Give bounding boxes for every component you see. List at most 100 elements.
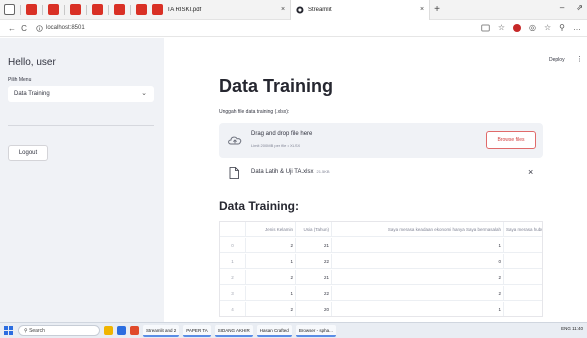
table-row: 1 1 22 0	[220, 254, 542, 269]
taskbar-item-paper[interactable]: PAPER TA	[183, 324, 211, 337]
tab-streamlit[interactable]: Streamlit ×	[290, 0, 431, 20]
table-cell[interactable]: 1	[332, 238, 504, 253]
table-cell[interactable]	[504, 254, 542, 269]
data-table[interactable]: Jenis Kelamin Usia (Tahun) Saya merasa k…	[219, 221, 543, 317]
column-header[interactable]: Saya merasa keadaan ekonomi hanya Saya b…	[332, 222, 504, 237]
pdf-tab-icon[interactable]	[92, 4, 103, 15]
pdf-tab-icon[interactable]	[26, 4, 37, 15]
window-icon[interactable]	[4, 4, 15, 15]
table-cell[interactable]: 22	[296, 286, 332, 301]
column-header[interactable]	[220, 222, 246, 237]
table-cell[interactable]: 2	[246, 270, 296, 285]
table-row: 4 2 20 1	[220, 302, 542, 316]
dropzone-limit: Limit 200MB per file • XLSX	[251, 143, 301, 148]
remove-file-button[interactable]: ×	[528, 167, 533, 177]
chrome-icon[interactable]	[130, 326, 139, 335]
taskbar-item-hasan[interactable]: Hasan Crafted	[256, 324, 292, 337]
widgets-icon[interactable]	[104, 326, 113, 335]
deploy-button[interactable]: Deploy	[549, 57, 565, 63]
table-cell[interactable]	[504, 286, 542, 301]
table-cell[interactable]: 2	[246, 238, 296, 253]
table-cell[interactable]: 2	[246, 302, 296, 316]
extension-icon[interactable]: ◎	[529, 23, 536, 32]
file-size: 21.5KB	[316, 169, 330, 174]
table-cell[interactable]: 1	[332, 302, 504, 316]
table-cell[interactable]: 1	[246, 254, 296, 269]
tab-separator	[64, 4, 65, 15]
menu-label: Pilih Menu	[8, 77, 32, 83]
table-cell[interactable]	[504, 270, 542, 285]
url-text: localhost:8501	[46, 25, 85, 31]
main-menu-icon[interactable]: ⋮	[576, 55, 583, 63]
tab-separator	[20, 4, 21, 15]
column-header[interactable]: Usia (Tahun)	[296, 222, 332, 237]
cloud-upload-icon	[228, 136, 242, 145]
file-dropzone[interactable]: Drag and drop file here Limit 200MB per …	[219, 123, 543, 158]
browser-menu-icon[interactable]: …	[573, 23, 581, 32]
chevron-down-icon: ⌄	[141, 90, 147, 97]
extensions-puzzle-icon[interactable]: ⚲	[559, 23, 565, 32]
file-icon	[229, 167, 239, 179]
file-name-text: Data Latih & Uji TA.xlsx 21.5KB	[251, 169, 330, 175]
table-row: 3 1 22 2	[220, 286, 542, 301]
browser-tab-strip: TA RISKI.pdf × Streamlit × + – ⇗	[0, 0, 587, 20]
menu-select-value: Data Training	[14, 91, 50, 97]
favorite-star-icon[interactable]: ☆	[498, 23, 505, 32]
table-row: 2 2 21 2	[220, 270, 542, 285]
tab-separator	[108, 4, 109, 15]
extension-icon[interactable]	[512, 23, 521, 32]
window-controls: – ⇗	[560, 3, 583, 12]
close-tab-icon[interactable]: ×	[281, 6, 285, 13]
table-cell[interactable]: 2	[332, 286, 504, 301]
reload-button[interactable]: C	[18, 24, 30, 33]
new-tab-button[interactable]: +	[434, 4, 440, 15]
pdf-tab-icon[interactable]	[114, 4, 125, 15]
taskbar-item-browser[interactable]: Browser - spha...	[295, 324, 336, 337]
restore-button[interactable]: ⇗	[576, 3, 583, 12]
column-header[interactable]: Jenis Kelamin	[246, 222, 296, 237]
tab-ta-riski[interactable]: TA RISKI.pdf ×	[147, 0, 290, 20]
taskbar-search-label: Search	[29, 328, 45, 334]
table-cell[interactable]: 22	[296, 254, 332, 269]
table-cell[interactable]: 21	[296, 238, 332, 253]
menu-select[interactable]: Data Training ⌄	[8, 86, 154, 102]
table-header: Jenis Kelamin Usia (Tahun) Saya merasa k…	[220, 222, 542, 237]
tab-separator	[130, 4, 131, 15]
table-cell[interactable]: 1	[246, 286, 296, 301]
info-icon[interactable]	[36, 24, 43, 32]
logout-button[interactable]: Logout	[8, 145, 48, 161]
minimize-button[interactable]: –	[560, 3, 564, 12]
table-cell[interactable]	[504, 238, 542, 253]
column-header[interactable]: Saya merasa hubun	[504, 222, 542, 237]
pdf-tab-icon[interactable]	[70, 4, 81, 15]
table-cell[interactable]	[504, 302, 542, 316]
back-button[interactable]: ←	[6, 24, 18, 33]
tab-title: Streamlit	[307, 6, 332, 13]
address-bar: ← C localhost:8501 ☆ ◎ ☆ ⚲ …	[0, 20, 587, 37]
table-cell[interactable]: 0	[332, 254, 504, 269]
page-title: Data Training	[219, 76, 334, 96]
table-cell[interactable]: 21	[296, 270, 332, 285]
table-cell[interactable]: 2	[332, 270, 504, 285]
pinned-tabs	[0, 0, 147, 20]
taskbar-search[interactable]: ⚲ Search	[18, 325, 100, 336]
close-tab-icon[interactable]: ×	[420, 6, 424, 13]
row-index: 4	[220, 302, 246, 316]
browser-extensions: ☆ ◎ ☆ ⚲ …	[481, 23, 581, 32]
streamlit-icon	[296, 5, 304, 14]
reader-icon[interactable]	[481, 24, 490, 32]
taskbar-item-streamlit[interactable]: Streamlit and 2	[143, 324, 180, 337]
dropzone-instructions: Drag and drop file here	[251, 131, 313, 137]
table-cell[interactable]: 20	[296, 302, 332, 316]
task-view-icon[interactable]	[117, 326, 126, 335]
windows-start-icon[interactable]	[4, 326, 13, 335]
sidebar-divider	[8, 125, 154, 126]
browse-files-button[interactable]: Browse files	[486, 131, 536, 149]
taskbar-item-sidang[interactable]: SIDANG AKHIR	[214, 324, 253, 337]
url-field[interactable]: localhost:8501	[36, 24, 85, 32]
pdf-tab-icon[interactable]	[136, 4, 147, 15]
row-index: 0	[220, 238, 246, 253]
favorites-icon[interactable]: ☆	[544, 23, 551, 32]
system-tray-clock[interactable]: ENG 11:40	[561, 326, 583, 331]
pdf-tab-icon[interactable]	[48, 4, 59, 15]
